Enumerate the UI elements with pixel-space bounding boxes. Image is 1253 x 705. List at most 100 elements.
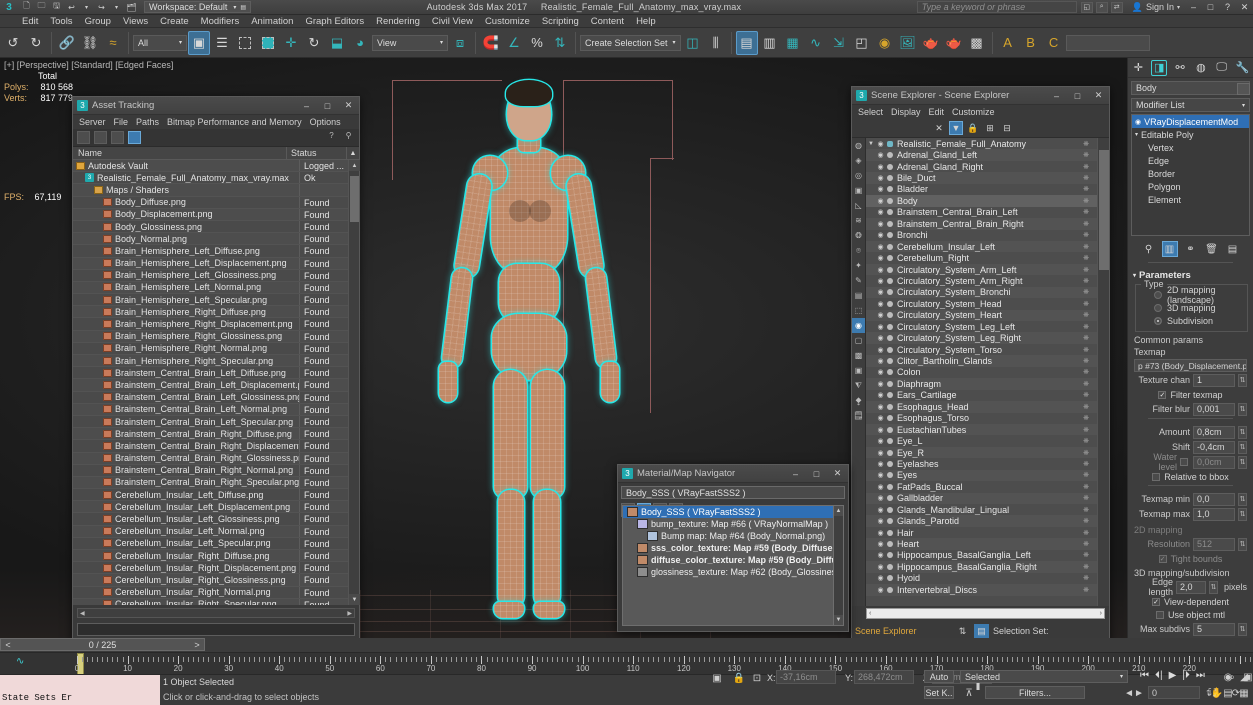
tab-motion[interactable]: ◍ — [1193, 60, 1209, 76]
frozen-toggle-icon[interactable]: ❋ — [1075, 311, 1097, 319]
visibility-eye-icon[interactable]: ◉ — [876, 311, 885, 319]
viewport-layout-icon[interactable]: ▦ — [1237, 686, 1251, 700]
scroll-right-icon[interactable]: › — [1100, 610, 1102, 617]
scene-menu-customize[interactable]: Customize — [948, 105, 999, 119]
asset-row[interactable]: Cerebellum_Insular_Left_Displacement.png… — [73, 501, 359, 514]
visibility-eye-icon[interactable]: ◉ — [876, 586, 885, 594]
asset-row[interactable]: Body_Displacement.png Found — [73, 208, 359, 221]
frozen-toggle-icon[interactable]: ❋ — [1075, 197, 1097, 205]
viewport-label[interactable]: [+] [Perspective] [Standard] [Edged Face… — [4, 60, 173, 70]
asset-menu-bitmap-performance-and-memory[interactable]: Bitmap Performance and Memory — [163, 115, 306, 129]
frozen-toggle-icon[interactable]: ❋ — [1075, 471, 1097, 479]
select-object-button[interactable]: ▣ — [188, 30, 210, 55]
filter-spacewarps-icon[interactable]: ❂ — [852, 228, 865, 243]
spinner-arrows-icon[interactable]: ⇅ — [1238, 455, 1247, 469]
visibility-eye-icon[interactable]: ◉ — [876, 426, 885, 434]
water-level-value[interactable]: 0,0cm — [1193, 455, 1235, 469]
modifier-stack-item[interactable]: Polygon — [1132, 180, 1249, 193]
flat-list-view-icon[interactable] — [77, 131, 90, 144]
frozen-toggle-icon[interactable]: ❋ — [1075, 391, 1097, 399]
texmap-max-spinner[interactable]: Texmap max 1,0 ⇅ — [1134, 507, 1247, 521]
scene-object-row[interactable]: ◉ Brainstem_Central_Brain_Right ❋ — [866, 218, 1097, 230]
close-button[interactable]: ✕ — [1088, 87, 1109, 104]
visibility-eye-icon[interactable]: ◉ — [876, 266, 885, 274]
asset-row[interactable]: Brain_Hemisphere_Right_Diffuse.png Found — [73, 306, 359, 319]
frozen-toggle-icon[interactable]: ❋ — [1075, 208, 1097, 216]
spinner-arrows-icon[interactable]: ⇅ — [1238, 440, 1247, 454]
frozen-toggle-icon[interactable]: ❋ — [1075, 529, 1097, 537]
play-animation-icon[interactable]: ▶ — [1169, 670, 1177, 681]
maximize-button[interactable]: □ — [806, 465, 827, 482]
y-coordinate-field[interactable]: 268,472cm — [854, 670, 914, 684]
horizontal-scrollbar[interactable]: ◀ ▶ — [77, 608, 355, 618]
key-mode-toggle-icon[interactable]: ◄► — [1124, 686, 1144, 700]
current-material-field[interactable]: Body_SSS ( VRayFastSSS2 ) — [621, 486, 845, 499]
schematic-view-button[interactable]: ⇲ — [828, 31, 850, 55]
column-sort-icon[interactable]: ▲ — [347, 150, 359, 157]
visibility-eye-icon[interactable]: ◉ — [876, 380, 885, 388]
go-to-end-icon[interactable]: ⏭ — [1196, 670, 1205, 681]
scene-object-row[interactable]: ▼ ◉ Realistic_Female_Full_Anatomy ❋ — [866, 138, 1097, 150]
scene-object-row[interactable]: ◉ Intervertebral_Discs ❋ — [866, 584, 1097, 596]
field-of-view-icon[interactable]: ◢ — [1237, 670, 1251, 684]
group-by-icon[interactable] — [94, 131, 107, 144]
curve-editor-button[interactable]: ∿ — [805, 31, 827, 55]
hierarchy-view-icon[interactable] — [128, 131, 141, 144]
frozen-toggle-icon[interactable]: ❋ — [1075, 460, 1097, 468]
menu-item-animation[interactable]: Animation — [245, 15, 299, 28]
scene-object-row[interactable]: ◉ Circulatory_System_Torso ❋ — [866, 344, 1097, 355]
asset-row[interactable]: Brain_Hemisphere_Left_Specular.png Found — [73, 294, 359, 307]
previous-frame-icon[interactable]: ⏴| — [1155, 670, 1163, 681]
filter-clipboard-icon[interactable]: 🗒 — [852, 408, 865, 423]
asset-path-input[interactable] — [77, 623, 355, 636]
material-tree-list[interactable]: Body_SSS ( VRayFastSSS2 ) bump_texture: M… — [622, 505, 844, 626]
asset-row[interactable]: Brainstem_Central_Brain_Right_Glossiness… — [73, 452, 359, 465]
material-tree-row[interactable]: bump_texture: Map #66 ( VRayNormalMap ) — [623, 518, 843, 530]
asset-menu-paths[interactable]: Paths — [132, 115, 163, 129]
asset-menu-file[interactable]: File — [110, 115, 133, 129]
frozen-toggle-icon[interactable]: ❋ — [1075, 540, 1097, 548]
toggle-scene-explorer-button[interactable]: ▤ — [735, 30, 758, 55]
sign-in-button[interactable]: 👤 Sign In ▾ — [1127, 2, 1185, 13]
frozen-toggle-icon[interactable]: ❋ — [1075, 323, 1097, 331]
object-name-field[interactable]: Body — [1131, 81, 1250, 95]
scene-object-row[interactable]: ◉ Adrenal_Gland_Right ❋ — [866, 161, 1097, 172]
app-store-icon[interactable]: ◱ — [1080, 1, 1093, 13]
visibility-eye-icon[interactable]: ◉ — [876, 140, 885, 148]
visibility-eye-icon[interactable]: ◉ — [876, 368, 885, 376]
spinner-arrows-icon[interactable]: ⇅ — [1238, 622, 1247, 636]
scene-object-row[interactable]: ◉ Cerebellum_Insular_Left ❋ — [866, 240, 1097, 253]
menu-item-civil-view[interactable]: Civil View — [426, 15, 479, 28]
visibility-eye-icon[interactable]: ◉ — [876, 403, 885, 411]
column-header-status[interactable]: Status — [287, 147, 347, 159]
object-color-swatch[interactable] — [1237, 83, 1250, 95]
material-navigator-scrollbar[interactable]: ▲ ▼ — [833, 505, 844, 626]
visibility-eye-icon[interactable]: ◉ — [876, 391, 885, 399]
visibility-eye-icon[interactable]: ◉ — [876, 231, 885, 239]
scene-object-row[interactable]: ◉ Body ❋ — [866, 195, 1097, 207]
texmap-min-spinner[interactable]: Texmap min 0,0 ⇅ — [1134, 492, 1247, 506]
edge-length-spinner[interactable]: Edge length 2,0 ⇅ pixels — [1134, 577, 1247, 597]
water-level-checkbox-icon[interactable] — [1180, 458, 1188, 466]
select-and-rotate-button[interactable]: ↻ — [303, 31, 325, 55]
render-setup-b-button[interactable]: B — [1020, 31, 1042, 55]
align-button[interactable]: ⫼ — [705, 31, 727, 55]
help-search-icon[interactable]: ⌕ — [1095, 1, 1108, 13]
scene-explorer-title-bar[interactable]: 3 Scene Explorer - Scene Explorer – □ ✕ — [852, 87, 1109, 105]
selection-filter-combo[interactable]: All ▾ — [133, 34, 187, 51]
asset-row[interactable]: Maps / Shaders — [73, 184, 359, 197]
visibility-eye-icon[interactable]: ◉ — [876, 494, 885, 502]
visibility-eye-icon[interactable]: ◉ — [876, 151, 885, 159]
new-file-icon[interactable]: 🗋 — [20, 1, 33, 13]
minimize-button[interactable]: – — [1185, 0, 1202, 14]
scroll-down-icon[interactable]: ▼ — [834, 615, 843, 625]
scene-object-row[interactable]: ◉ Bile_Duct ❋ — [866, 172, 1097, 184]
key-filters-button[interactable]: Filters... — [985, 686, 1085, 699]
workspace-menu-icon[interactable]: ▤ — [240, 4, 246, 11]
filter-particles-icon[interactable]: ✦ — [852, 258, 865, 273]
spinner-arrows-icon[interactable]: ⇅ — [1238, 373, 1247, 387]
workspace-selector[interactable]: Workspace: Default ▾ ▤ — [144, 1, 252, 13]
frozen-toggle-icon[interactable]: ❋ — [1075, 300, 1097, 308]
scene-object-row[interactable]: ◉ Eye_L ❋ — [866, 435, 1097, 446]
frozen-toggle-icon[interactable]: ❋ — [1075, 334, 1097, 342]
